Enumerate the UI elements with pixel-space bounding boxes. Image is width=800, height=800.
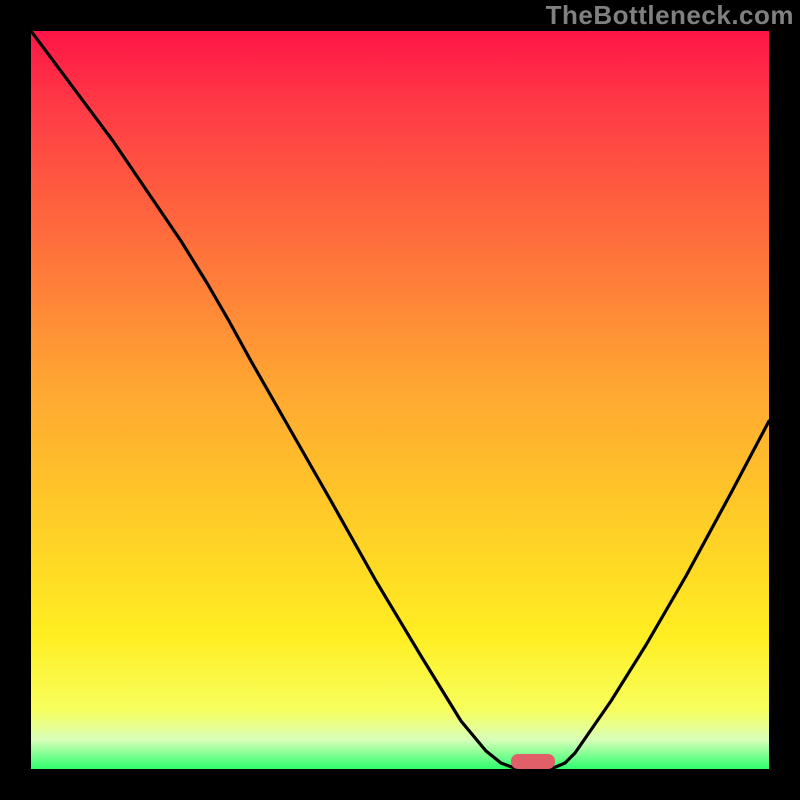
plot-area	[31, 31, 769, 769]
optimal-marker	[511, 754, 555, 769]
bottleneck-curve	[31, 31, 769, 769]
chart-stage: TheBottleneck.com	[0, 0, 800, 800]
watermark-text: TheBottleneck.com	[546, 0, 794, 31]
